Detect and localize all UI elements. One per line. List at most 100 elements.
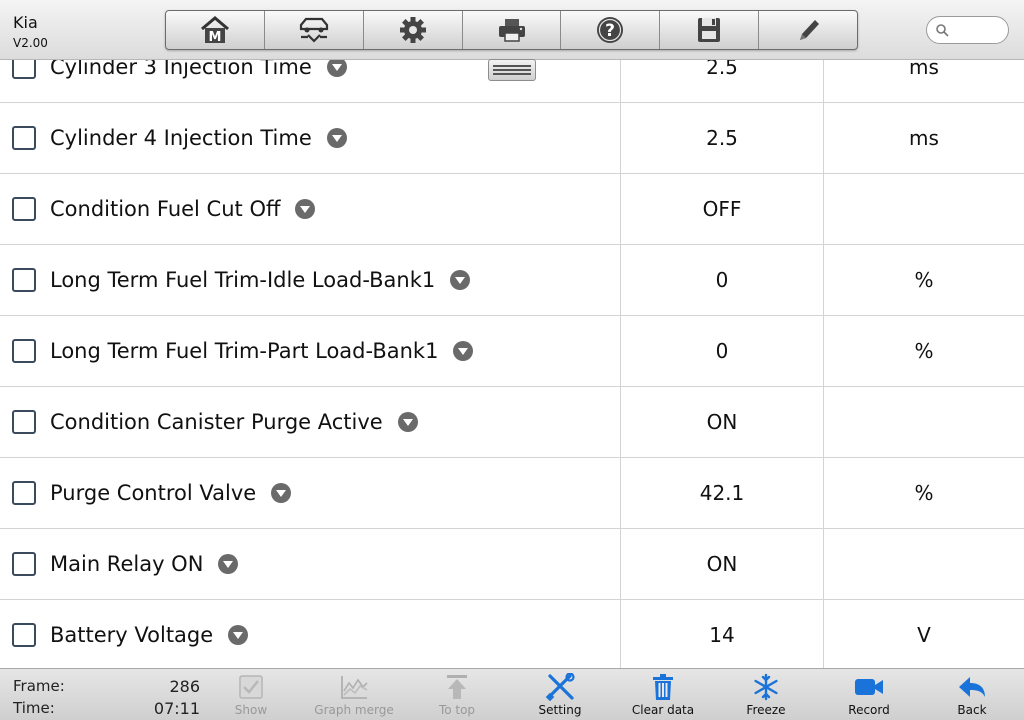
trash-icon — [653, 674, 673, 700]
freeze-button[interactable]: Freeze — [721, 673, 811, 719]
parameter-name: Long Term Fuel Trim-Idle Load-Bank1 — [50, 268, 436, 292]
drag-handle[interactable] — [488, 59, 536, 81]
arrow-to-top-icon — [447, 675, 467, 699]
snowflake-icon — [754, 673, 778, 701]
row-checkbox[interactable] — [12, 126, 36, 150]
table-row[interactable]: Main Relay ON ON — [0, 529, 1024, 600]
freeze-label: Freeze — [746, 703, 786, 717]
dropdown-arrow-icon[interactable] — [227, 624, 249, 646]
home-button[interactable]: M — [166, 11, 265, 49]
dropdown-arrow-icon[interactable] — [326, 127, 348, 149]
dropdown-arrow-icon[interactable] — [452, 340, 474, 362]
parameter-cell: Main Relay ON — [0, 529, 621, 599]
row-checkbox[interactable] — [12, 60, 36, 79]
show-button[interactable]: Show — [206, 673, 296, 719]
svg-text:?: ? — [605, 21, 615, 41]
gear-icon — [399, 17, 426, 43]
record-button[interactable]: Record — [824, 673, 914, 719]
graph-merge-icon — [341, 676, 368, 699]
graph-merge-button[interactable]: Graph merge — [309, 673, 399, 719]
row-checkbox[interactable] — [12, 197, 36, 221]
edit-button[interactable] — [759, 11, 857, 49]
top-toolbar: M ? — [165, 10, 858, 50]
row-checkbox[interactable] — [12, 481, 36, 505]
value-cell: 14 — [621, 600, 824, 668]
data-rows: Cylinder 3 Injection Time 2.5 ms Cylinder 4… — [0, 60, 1024, 668]
parameter-cell: Cylinder 4 Injection Time — [0, 103, 621, 173]
pencil-icon — [800, 20, 820, 40]
setting-label: Setting — [538, 703, 582, 717]
unit-cell — [824, 529, 1024, 599]
value-cell: 2.5 — [621, 60, 824, 102]
unit-cell: ms — [909, 60, 939, 79]
table-row[interactable]: Condition Canister Purge Active ON — [0, 387, 1024, 458]
to-top-label: To top — [438, 703, 476, 717]
bottom-bar: Frame: 286 Time: 07:11 Show Graph merge … — [0, 668, 1024, 720]
parameter-name: Long Term Fuel Trim-Part Load-Bank1 — [50, 339, 439, 363]
back-button[interactable]: Back — [927, 673, 1017, 719]
parameter-name: Condition Canister Purge Active — [50, 410, 383, 434]
vehicle-button[interactable] — [265, 11, 364, 49]
print-button[interactable] — [463, 11, 562, 49]
app-name: Kia — [13, 13, 38, 32]
search-input[interactable] — [953, 23, 1008, 37]
table-row[interactable]: Cylinder 4 Injection Time 2.5 ms — [0, 103, 1024, 174]
table-row[interactable]: Purge Control Valve 42.1% — [0, 458, 1024, 529]
settings-button[interactable] — [364, 11, 463, 49]
parameter-name: Battery Voltage — [50, 623, 214, 647]
dropdown-arrow-icon[interactable] — [217, 553, 239, 575]
checkmark-box-icon — [239, 675, 263, 699]
value-cell: 0 — [621, 245, 824, 315]
parameter-name: Main Relay ON — [50, 552, 204, 576]
unit-cell: % — [914, 481, 934, 505]
frame-value: 286 — [169, 677, 200, 696]
app-version: V2.00 — [13, 36, 48, 50]
parameter-cell: Condition Fuel Cut Off — [0, 174, 621, 244]
search-box[interactable] — [926, 16, 1009, 44]
setting-button[interactable]: Setting — [515, 673, 605, 719]
table-row[interactable]: Battery Voltage 14 V — [0, 600, 1024, 668]
unit-cell — [824, 174, 1024, 244]
table-row[interactable]: Condition Fuel Cut Off OFF — [0, 174, 1024, 245]
show-label: Show — [234, 703, 268, 717]
help-button[interactable]: ? — [561, 11, 661, 49]
to-top-button[interactable]: To top — [412, 673, 502, 719]
video-camera-icon — [855, 679, 883, 695]
value-cell: ON — [621, 387, 824, 457]
record-label: Record — [848, 703, 890, 717]
row-checkbox[interactable] — [12, 268, 36, 292]
value-cell: OFF — [621, 174, 824, 244]
dropdown-arrow-icon[interactable] — [294, 198, 316, 220]
unit-cell: % — [914, 268, 934, 292]
value-cell: ON — [621, 529, 824, 599]
row-checkbox[interactable] — [12, 552, 36, 576]
clear-data-button[interactable]: Clear data — [618, 673, 708, 719]
row-checkbox[interactable] — [12, 339, 36, 363]
home-m-icon: M — [200, 16, 229, 45]
floppy-icon — [698, 18, 721, 42]
parameter-cell: Battery Voltage — [0, 600, 621, 668]
dropdown-arrow-icon[interactable] — [270, 482, 292, 504]
wrench-screwdriver-icon — [545, 673, 575, 701]
time-value: 07:11 — [153, 699, 200, 718]
dropdown-arrow-icon[interactable] — [326, 60, 348, 78]
dropdown-arrow-icon[interactable] — [397, 411, 419, 433]
frame-label: Frame: — [13, 677, 65, 695]
table-row[interactable]: Long Term Fuel Trim-Part Load-Bank1 0% — [0, 316, 1024, 387]
table-row[interactable]: Long Term Fuel Trim-Idle Load-Bank1 0% — [0, 245, 1024, 316]
parameter-name: Cylinder 3 Injection Time — [50, 60, 312, 79]
parameter-cell: Purge Control Valve — [0, 458, 621, 528]
parameter-cell: Long Term Fuel Trim-Idle Load-Bank1 — [0, 245, 621, 315]
unit-cell: V — [917, 623, 931, 647]
data-stream-table[interactable]: Cylinder 3 Injection Time 2.5 ms Cylinder 4… — [0, 60, 1024, 668]
dropdown-arrow-icon[interactable] — [449, 269, 471, 291]
row-checkbox[interactable] — [12, 410, 36, 434]
value-cell: 42.1 — [621, 458, 824, 528]
svg-text:M: M — [208, 30, 221, 45]
unit-cell: % — [914, 339, 934, 363]
unit-cell — [824, 387, 1024, 457]
header-bar: Kia V2.00 M ? — [0, 0, 1024, 60]
row-checkbox[interactable] — [12, 623, 36, 647]
parameter-name: Purge Control Valve — [50, 481, 257, 505]
save-button[interactable] — [660, 11, 760, 49]
